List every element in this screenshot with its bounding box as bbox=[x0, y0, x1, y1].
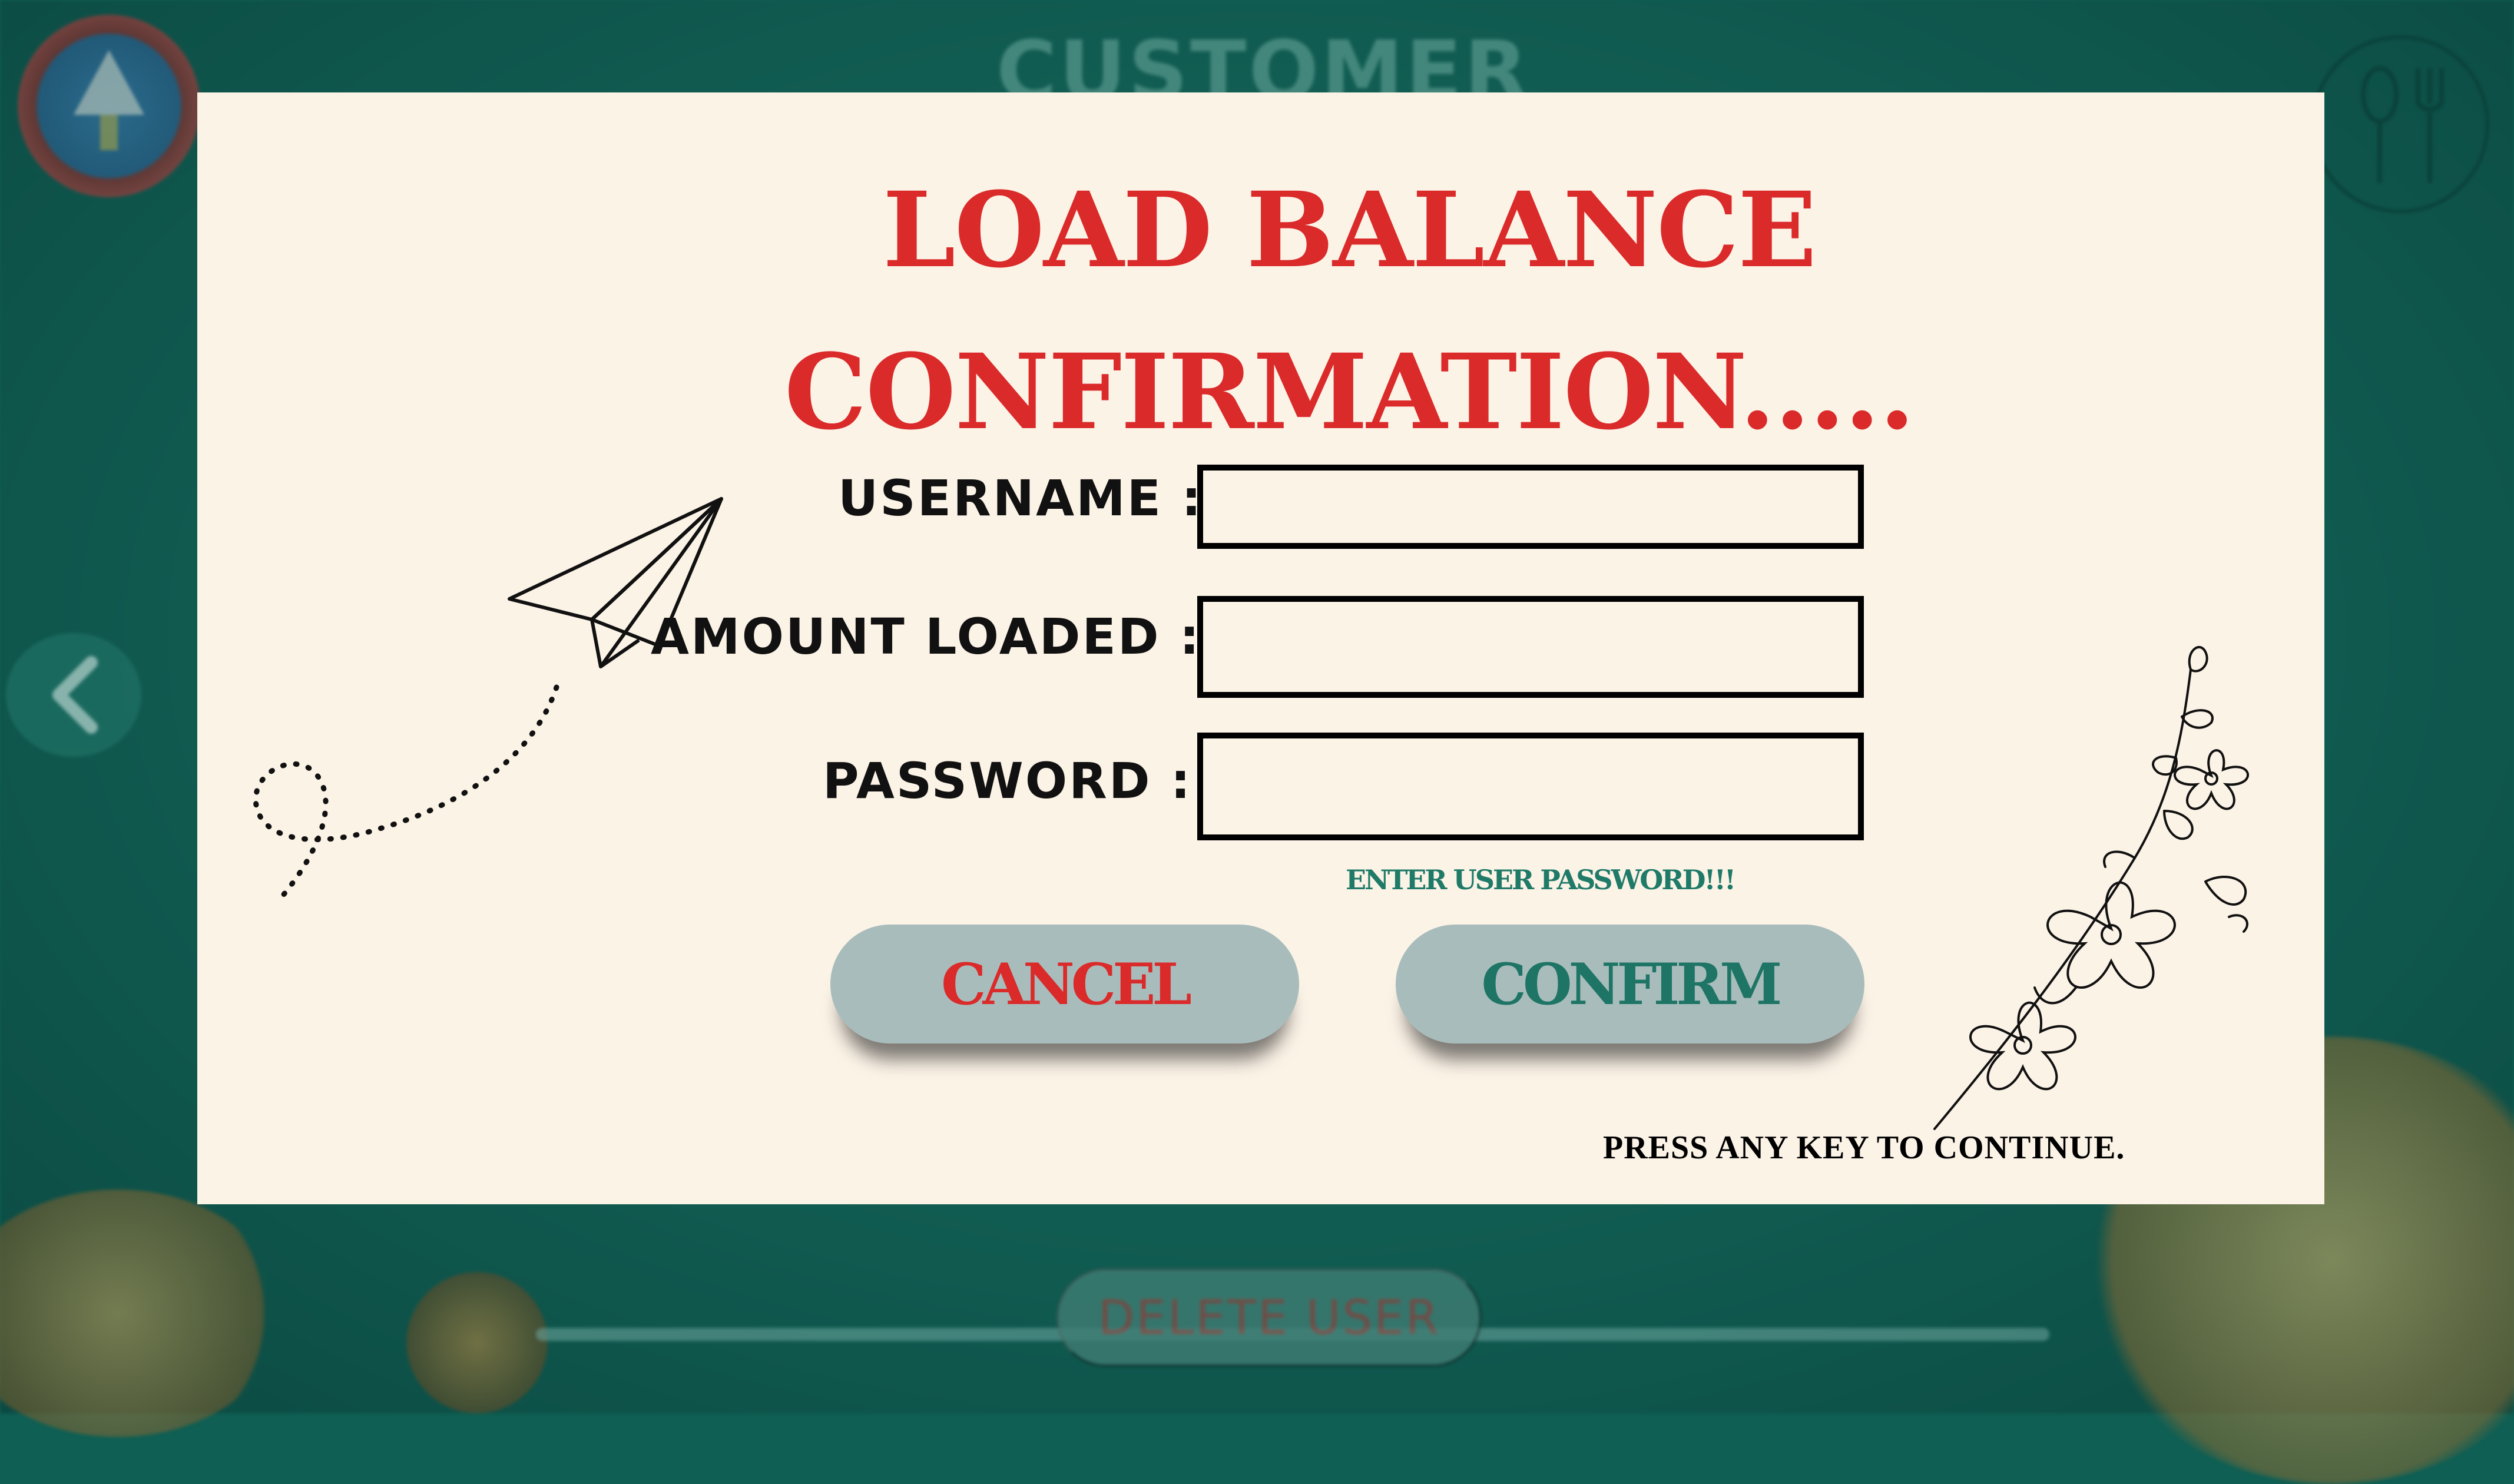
amount-loaded-field[interactable] bbox=[1197, 596, 1864, 698]
back-arrow-icon[interactable] bbox=[6, 633, 141, 757]
password-hint: ENTER USER PASSWORD!!! bbox=[1346, 864, 1736, 896]
paper-plane-icon bbox=[253, 497, 723, 902]
food-photo-left bbox=[0, 1190, 283, 1437]
load-balance-dialog: LOAD BALANCE CONFIRMATION..... USERNAME … bbox=[197, 92, 2324, 1204]
college-logo-icon bbox=[18, 15, 200, 197]
press-any-key-note: PRESS ANY KEY TO CONTINUE. bbox=[1603, 1129, 2125, 1166]
dialog-title-line1: LOAD BALANCE bbox=[882, 169, 1817, 291]
username-label: USERNAME : bbox=[838, 469, 1203, 527]
food-photo-left-burger bbox=[406, 1272, 548, 1413]
username-field[interactable] bbox=[1197, 465, 1864, 549]
delete-user-button[interactable]: DELETE USER bbox=[1057, 1269, 1481, 1366]
amount-loaded-label: AMOUNT LOADED : bbox=[651, 608, 1201, 665]
confirm-button[interactable]: CONFIRM bbox=[1396, 925, 1864, 1044]
password-field[interactable] bbox=[1197, 733, 1864, 840]
cancel-button[interactable]: CANCEL bbox=[830, 925, 1299, 1044]
flower-sketch-icon bbox=[1933, 646, 2250, 1130]
password-label: PASSWORD : bbox=[823, 752, 1193, 810]
